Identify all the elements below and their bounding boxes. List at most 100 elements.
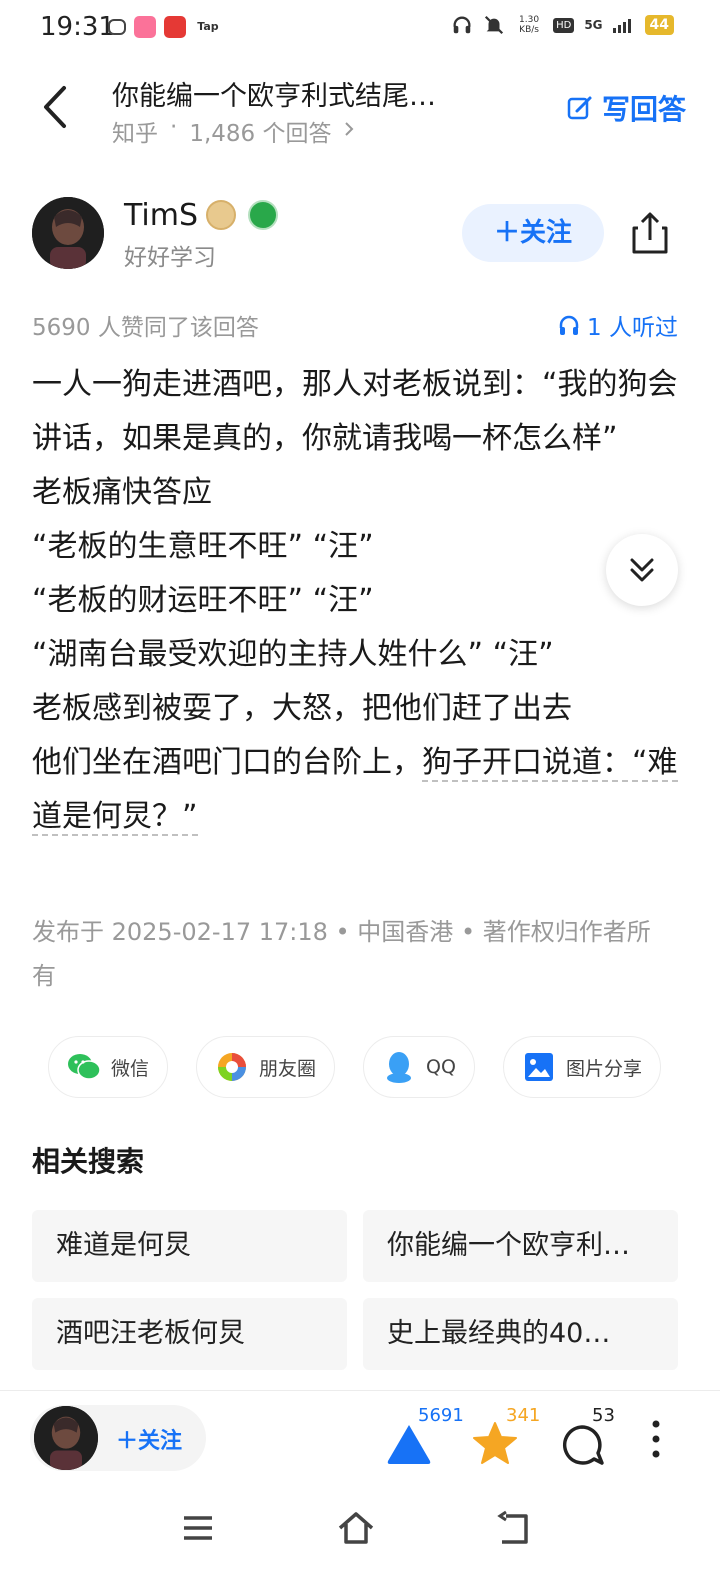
write-answer-button[interactable]: 写回答 bbox=[566, 88, 686, 128]
content-paragraph: “老板的财运旺不旺” “汪” bbox=[32, 583, 374, 618]
favorite-button[interactable]: 341 bbox=[470, 1405, 540, 1471]
comment-count: 53 bbox=[592, 1405, 615, 1426]
moments-icon bbox=[215, 1050, 249, 1084]
content-paragraph: “湖南台最受欢迎的主持人姓什么” “汪” bbox=[32, 637, 554, 672]
share-qq-label: QQ bbox=[426, 1056, 456, 1078]
qq-penguin-icon bbox=[382, 1050, 416, 1084]
avatar-image bbox=[34, 1406, 98, 1470]
share-wechat-button[interactable]: 微信 bbox=[48, 1036, 169, 1098]
share-wechat-label: 微信 bbox=[111, 1057, 150, 1080]
share-icon bbox=[632, 212, 668, 254]
back-nav-icon bbox=[497, 1510, 528, 1544]
menu-icon bbox=[184, 1516, 212, 1540]
content-paragraph: 老板感到被耍了，大怒，把他们赶了出去 bbox=[32, 691, 572, 726]
plus-icon: ＋ bbox=[116, 1429, 139, 1454]
menu-nav-button[interactable] bbox=[178, 1508, 218, 1548]
pen-badge-icon[interactable] bbox=[248, 200, 278, 230]
tap-icon: Tap bbox=[194, 16, 222, 38]
home-nav-button[interactable] bbox=[336, 1508, 376, 1548]
content-last-lead: 他们坐在酒吧门口的台阶上， bbox=[32, 745, 422, 780]
avatar-image bbox=[32, 197, 104, 269]
back-button[interactable] bbox=[36, 82, 76, 132]
wechat-icon bbox=[67, 1050, 101, 1084]
follow-button[interactable]: ＋关注 bbox=[462, 204, 604, 262]
meta-dot: · bbox=[170, 114, 178, 140]
share-image-button[interactable]: 图片分享 bbox=[502, 1036, 661, 1098]
agree-count[interactable]: 5690 人赞同了该回答 bbox=[32, 308, 259, 342]
related-search-item[interactable]: 难道是何炅 bbox=[32, 1210, 347, 1282]
tv-app-icon bbox=[108, 19, 126, 35]
tv-icon bbox=[164, 16, 186, 38]
answer-count: 1,486 个回答 bbox=[189, 121, 332, 147]
content-paragraph: 一人一狗走进酒吧，那人对老板说到：“我的狗会讲话，如果是真的，你就请我喝一杯怎么… bbox=[32, 367, 678, 456]
upvote-triangle-icon bbox=[387, 1425, 431, 1464]
more-options-button[interactable] bbox=[650, 1419, 662, 1459]
status-bar: 19:31 Tap 1.30 KB/s HD 5G 44 bbox=[0, 0, 720, 56]
favorite-count: 341 bbox=[506, 1405, 541, 1426]
share-moments-button[interactable]: 朋友圈 bbox=[196, 1036, 336, 1098]
headphone-icon bbox=[453, 16, 471, 34]
bilibili-icon bbox=[134, 16, 156, 38]
hd-badge: HD bbox=[553, 17, 575, 33]
plus-icon: ＋ bbox=[493, 218, 520, 248]
mute-bell-icon bbox=[485, 15, 504, 35]
bottom-follow-label: ＋关注 bbox=[116, 1423, 182, 1455]
network-speed: 1.30 KB/s bbox=[515, 15, 543, 35]
edit-icon bbox=[567, 96, 592, 120]
collapse-button[interactable] bbox=[606, 534, 678, 606]
battery-indicator: 44 bbox=[644, 15, 674, 35]
avatar bbox=[34, 1406, 98, 1470]
content-paragraph: 老板痛快答应 bbox=[32, 475, 212, 510]
share-row: 微信 朋友圈 QQ 图片分享 bbox=[48, 1036, 661, 1098]
upvote-count: 5691 bbox=[418, 1405, 464, 1426]
share-qq-button[interactable]: QQ bbox=[363, 1036, 475, 1098]
status-right-icons: 1.30 KB/s HD 5G 44 bbox=[451, 14, 674, 36]
chevron-left-icon bbox=[44, 86, 66, 128]
avatar[interactable] bbox=[32, 197, 104, 269]
back-nav-button[interactable] bbox=[494, 1508, 534, 1548]
follow-label: 关注 bbox=[520, 218, 573, 248]
question-meta[interactable]: 知乎 · 1,486 个回答 bbox=[112, 114, 355, 148]
upvote-button[interactable]: 5691 bbox=[382, 1405, 464, 1471]
double-chevron-down-icon bbox=[630, 558, 654, 582]
network-speed-value: 1.30 bbox=[519, 15, 540, 25]
author-row: TimS 好好学习 ＋关注 bbox=[0, 192, 720, 282]
system-nav-bar bbox=[0, 1486, 720, 1592]
bottom-follow-text: 关注 bbox=[138, 1429, 183, 1454]
listened-label: 1 人听过 bbox=[587, 315, 678, 341]
bottom-follow-button[interactable]: ＋关注 bbox=[30, 1405, 206, 1471]
publish-info: 发布于 2025-02-17 17:18 • 中国香港 • 著作权归作者所有 bbox=[32, 918, 651, 990]
related-search-item[interactable]: 酒吧汪老板何炅 bbox=[32, 1298, 347, 1370]
listened-button[interactable]: 1 人听过 bbox=[557, 308, 678, 342]
write-answer-label: 写回答 bbox=[601, 93, 686, 126]
status-app-icons: Tap bbox=[108, 16, 222, 38]
share-moments-label: 朋友圈 bbox=[259, 1057, 317, 1080]
share-button[interactable] bbox=[630, 210, 670, 254]
crown-badge-icon[interactable] bbox=[206, 200, 236, 230]
chevron-right-icon bbox=[345, 122, 354, 136]
related-search-title: 相关搜索 bbox=[32, 1145, 145, 1178]
related-search-item[interactable]: 你能编一个欧亨利… bbox=[363, 1210, 678, 1282]
content-paragraph-last: 他们坐在酒吧门口的台阶上，狗子开口说道：“难道是何炅？” bbox=[32, 736, 692, 844]
content-paragraph: “老板的生意旺不旺” “汪” bbox=[32, 529, 374, 564]
star-icon bbox=[473, 1422, 517, 1464]
status-time: 19:31 bbox=[40, 12, 115, 42]
source-label: 知乎 bbox=[112, 121, 158, 147]
related-search-item[interactable]: 史上最经典的40… bbox=[363, 1298, 678, 1370]
image-icon bbox=[522, 1050, 556, 1084]
author-name[interactable]: TimS bbox=[124, 198, 198, 233]
comment-button[interactable]: 53 bbox=[558, 1405, 618, 1471]
question-title[interactable]: 你能编一个欧亨利式结尾… bbox=[112, 74, 436, 113]
signal-icon bbox=[612, 19, 631, 33]
related-search-grid: 难道是何炅 你能编一个欧亨利… 酒吧汪老板何炅 史上最经典的40… bbox=[32, 1210, 678, 1370]
more-dots-icon bbox=[652, 1420, 660, 1458]
network-speed-unit: KB/s bbox=[519, 25, 539, 35]
comment-bubble-icon bbox=[562, 1425, 604, 1465]
network-type: 5G bbox=[584, 18, 603, 32]
share-image-label: 图片分享 bbox=[565, 1057, 642, 1080]
author-bio: 好好学习 bbox=[124, 245, 216, 271]
headphone-icon bbox=[559, 315, 579, 335]
answer-content: 一人一狗走进酒吧，那人对老板说到：“我的狗会讲话，如果是真的，你就请我喝一杯怎么… bbox=[32, 358, 692, 844]
bottom-action-bar: ＋关注 5691 341 53 bbox=[0, 1390, 720, 1486]
question-header: 你能编一个欧亨利式结尾… 知乎 · 1,486 个回答 写回答 bbox=[0, 60, 720, 160]
